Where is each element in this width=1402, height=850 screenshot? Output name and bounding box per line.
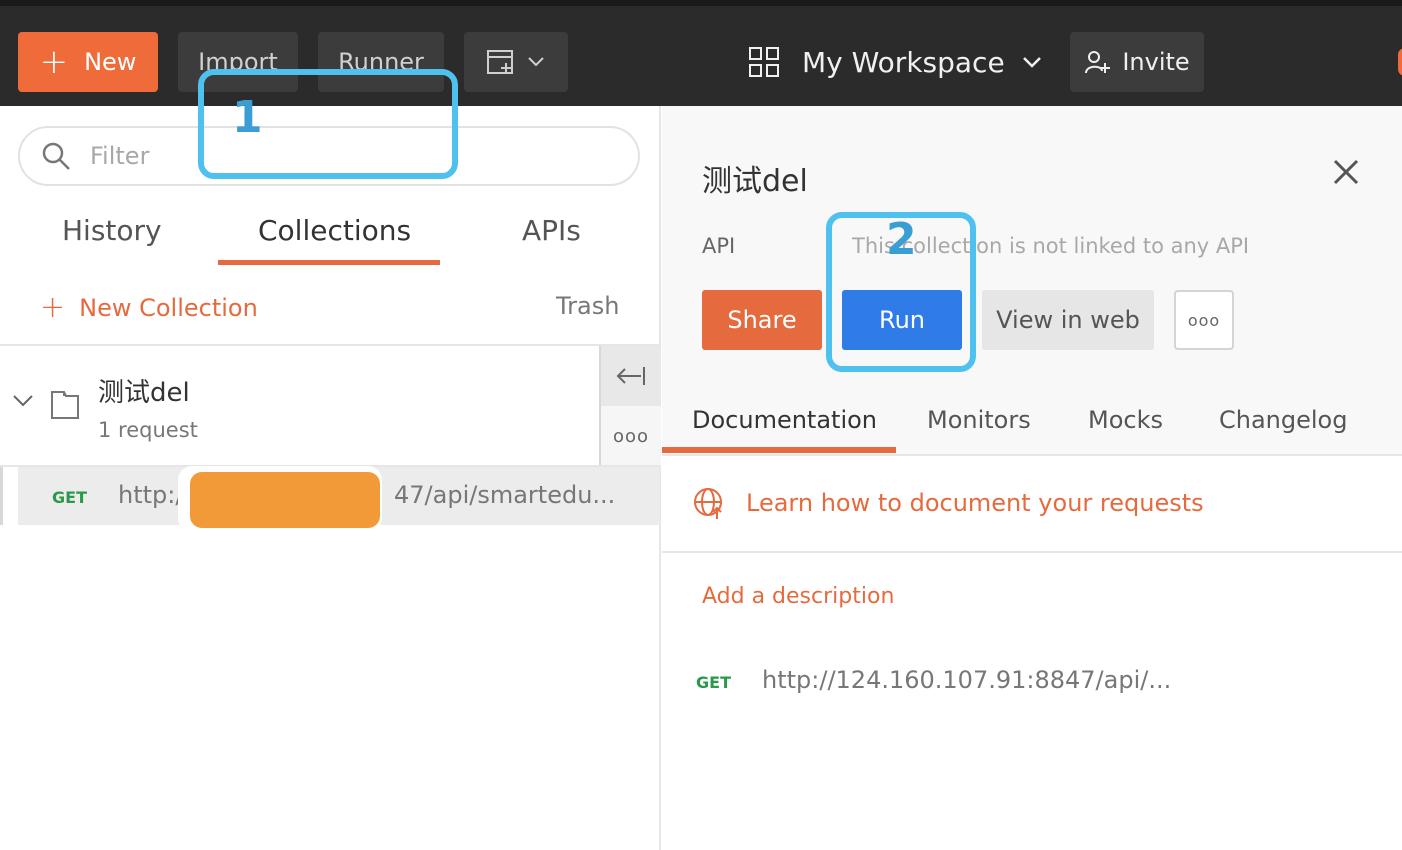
tab-apis[interactable]: APIs xyxy=(522,214,581,247)
collapse-sidebar-button[interactable] xyxy=(599,346,661,406)
user-avatar[interactable] xyxy=(1398,48,1402,76)
collection-request-count: 1 request xyxy=(98,418,198,442)
api-label: API xyxy=(702,234,736,258)
more-options-icon[interactable]: ooo xyxy=(599,406,661,466)
trash-link[interactable]: Trash xyxy=(556,292,619,320)
learn-docs-link[interactable]: Learn how to document your requests xyxy=(692,486,1204,520)
collection-item[interactable]: 测试del 1 request xyxy=(0,346,598,466)
doc-request-method: GET xyxy=(696,673,731,692)
panel-header: 测试del API This collection is not linked … xyxy=(662,106,1402,454)
tab-changelog[interactable]: Changelog xyxy=(1219,406,1347,434)
learn-docs-label: Learn how to document your requests xyxy=(746,489,1204,517)
more-options-icon[interactable]: ooo xyxy=(1174,290,1234,350)
add-user-icon xyxy=(1085,51,1111,74)
invite-label: Invite xyxy=(1122,48,1190,76)
sidebar: History Collections APIs + New Collectio… xyxy=(0,106,661,850)
annotation-number-1: 1 xyxy=(232,92,263,143)
new-button-label: New xyxy=(84,48,137,76)
view-in-web-button[interactable]: View in web xyxy=(982,290,1154,350)
divider xyxy=(662,551,1402,553)
redaction-block xyxy=(190,472,380,528)
chevron-down-icon xyxy=(1022,57,1041,68)
request-method: GET xyxy=(52,488,87,507)
chevron-down-icon xyxy=(528,57,544,67)
new-button[interactable]: + New xyxy=(18,32,158,92)
active-tab-indicator xyxy=(662,447,896,453)
close-icon[interactable] xyxy=(1332,158,1360,186)
tab-documentation[interactable]: Documentation xyxy=(692,406,877,434)
new-window-icon xyxy=(487,50,513,74)
doc-request-url[interactable]: http://124.160.107.91:8847/api/... xyxy=(762,666,1171,694)
panel-title: 测试del xyxy=(702,164,808,199)
invite-button[interactable]: Invite xyxy=(1070,32,1204,92)
request-url-suffix: 47/api/smartedu... xyxy=(394,481,616,509)
tab-collections[interactable]: Collections xyxy=(258,214,411,247)
collection-name: 测试del xyxy=(98,378,190,408)
request-url-prefix: http:/ xyxy=(118,481,184,509)
plus-icon: + xyxy=(39,42,69,82)
chevron-down-icon[interactable] xyxy=(12,394,34,408)
new-window-button[interactable] xyxy=(464,32,568,92)
plus-icon: + xyxy=(40,290,66,325)
collection-details-panel: 测试del API This collection is not linked … xyxy=(662,106,1402,850)
add-description-link[interactable]: Add a description xyxy=(702,584,894,609)
grid-icon xyxy=(749,47,779,77)
annotation-number-2: 2 xyxy=(886,214,917,265)
search-icon xyxy=(42,142,70,170)
tab-monitors[interactable]: Monitors xyxy=(927,406,1031,434)
tab-history[interactable]: History xyxy=(62,214,162,247)
share-button[interactable]: Share xyxy=(702,290,822,350)
collection-folder-icon xyxy=(51,391,79,419)
collapse-icon xyxy=(616,367,645,385)
new-collection-label: New Collection xyxy=(79,293,258,322)
globe-upload-icon xyxy=(694,488,722,519)
new-collection-button[interactable]: + New Collection xyxy=(40,290,258,325)
workspace-switcher[interactable]: My Workspace xyxy=(748,32,1043,92)
selection-marker xyxy=(0,467,3,525)
active-tab-indicator xyxy=(218,260,440,265)
workspace-label: My Workspace xyxy=(802,45,1005,79)
tab-mocks[interactable]: Mocks xyxy=(1088,406,1163,434)
divider xyxy=(662,454,1402,456)
